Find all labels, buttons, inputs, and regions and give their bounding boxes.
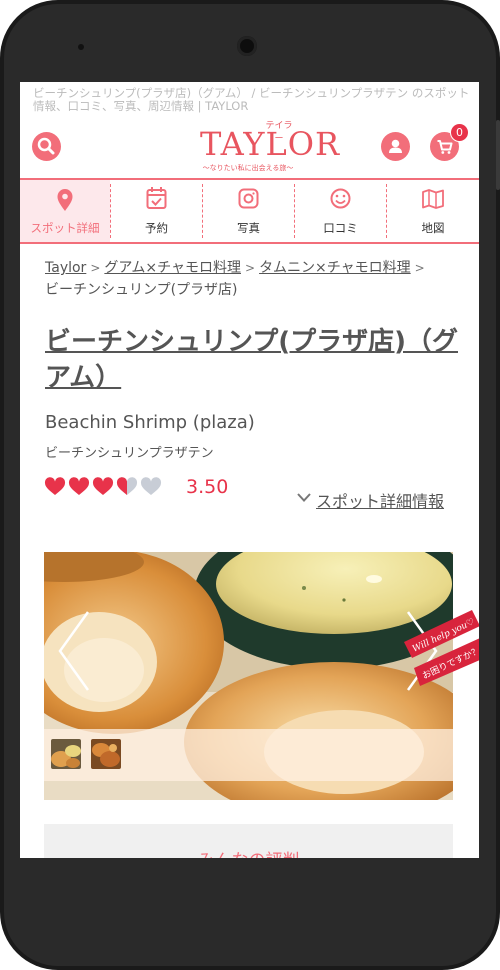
gallery-prev-icon[interactable]	[56, 610, 92, 692]
tab-label: 地図	[421, 221, 445, 235]
heart-full-icon	[92, 477, 114, 495]
tab-label: 口コミ	[323, 221, 358, 235]
breadcrumb-link-taylor[interactable]: Taylor	[45, 260, 86, 276]
camera-icon	[238, 188, 259, 209]
chevron-down-icon	[297, 493, 311, 502]
thumbnail-strip	[44, 729, 453, 781]
rating-score: 3.50	[186, 476, 229, 498]
heart-full-icon	[68, 477, 90, 495]
tab-map[interactable]: 地図	[387, 180, 479, 242]
breadcrumb-link-tamuning-chamorro[interactable]: タムニン×チャモロ料理	[259, 260, 411, 276]
spot-name-text[interactable]: ビーチンシュリンプ(プラザ店)（グアム）	[45, 327, 458, 393]
spot-name-english: Beachin Shrimp (plaza)	[45, 412, 255, 433]
user-icon	[389, 139, 402, 153]
cart-count-badge: 0	[450, 123, 469, 142]
reviews-title: みんなの評判	[44, 846, 453, 858]
account-button[interactable]	[381, 132, 410, 161]
phone-side-button	[496, 120, 500, 190]
breadcrumb-link-guam-chamorro[interactable]: グアム×チャモロ料理	[104, 260, 241, 276]
heart-half-icon	[116, 477, 138, 495]
tab-label: 写真	[237, 221, 260, 235]
reviews-section: みんなの評判	[44, 824, 453, 858]
map-pin-icon	[57, 189, 73, 211]
tab-reviews[interactable]: 口コミ	[295, 180, 386, 242]
phone-sensor	[78, 44, 84, 50]
tab-spot-details[interactable]: スポット詳細	[20, 180, 110, 242]
calendar-check-icon	[146, 187, 167, 209]
photo-gallery[interactable]	[44, 552, 453, 800]
thumbnail[interactable]	[51, 739, 81, 769]
spot-details-link-text[interactable]: スポット詳細情報	[316, 492, 444, 511]
heart-empty-icon	[140, 477, 162, 495]
heart-full-icon	[44, 477, 66, 495]
smiley-icon	[330, 188, 351, 209]
screen: ビーチンシュリンプ(プラザ店)（グアム） / ビーチンシュリンプラザテン のスポ…	[20, 82, 479, 858]
spot-name[interactable]: ビーチンシュリンプ(プラザ店)（グアム）	[45, 324, 465, 396]
phone-frame: ビーチンシュリンプ(プラザ店)（グアム） / ビーチンシュリンプラザテン のスポ…	[0, 0, 500, 970]
tab-reservation[interactable]: 予約	[111, 180, 202, 242]
search-icon	[37, 137, 55, 155]
thumbnail[interactable]	[91, 739, 121, 769]
breadcrumb-separator: >	[245, 261, 256, 275]
breadcrumb-separator: >	[90, 261, 101, 275]
spot-name-kana: ビーチンシュリンプラザテン	[45, 446, 214, 461]
search-button[interactable]	[32, 132, 61, 161]
tab-label: 予約	[145, 221, 168, 235]
tab-label: スポット詳細	[30, 221, 100, 235]
logo-text: TAYLOR	[200, 125, 341, 163]
page-title: ビーチンシュリンプ(プラザ店)（グアム） / ビーチンシュリンプラザテン のスポ…	[33, 86, 470, 113]
taylor-logo[interactable]: テイラー TAYLOR 〜なりたい私に出会える旅〜	[200, 118, 341, 178]
breadcrumb: Taylor > グアム×チャモロ料理 > タムニン×チャモロ料理 > ビーチンシュリンプ…	[45, 257, 465, 301]
phone-camera	[237, 36, 257, 56]
help-ribbon[interactable]: Will help you♡ お困りですか？	[400, 600, 479, 690]
logo-tagline: 〜なりたい私に出会える旅〜	[202, 164, 294, 172]
tab-photos[interactable]: 写真	[203, 180, 294, 242]
breadcrumb-current: ビーチンシュリンプ(プラザ店)	[45, 282, 238, 298]
spot-nav: スポット詳細 予約 写真 口コミ 地図	[20, 178, 479, 244]
map-icon	[422, 189, 444, 209]
breadcrumb-separator: >	[414, 261, 425, 275]
site-header: テイラー TAYLOR 〜なりたい私に出会える旅〜 0	[20, 112, 479, 178]
spot-details-link[interactable]: スポット詳細情報	[297, 488, 444, 512]
